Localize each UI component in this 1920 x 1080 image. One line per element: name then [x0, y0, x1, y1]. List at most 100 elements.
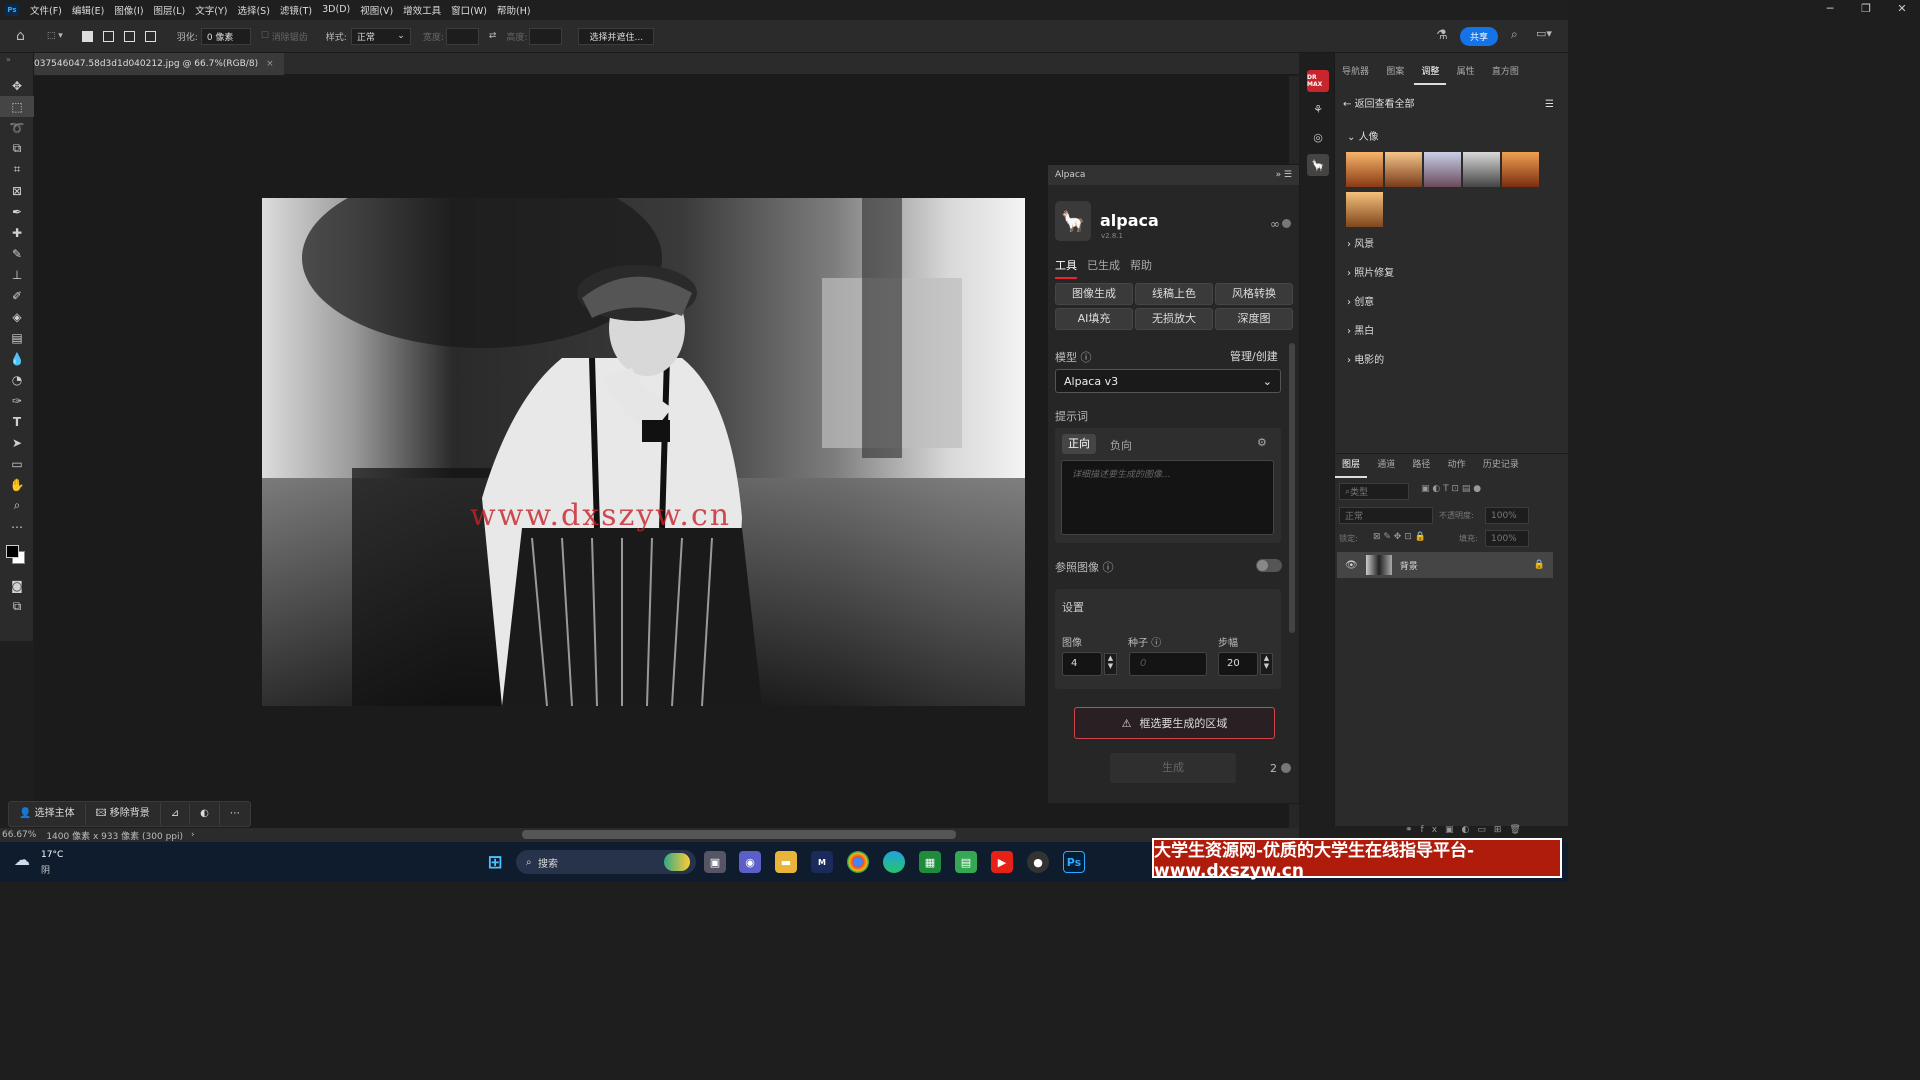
- generate-button[interactable]: 生成: [1110, 753, 1236, 783]
- brush-tool-icon[interactable]: ✎: [0, 243, 34, 264]
- menu-file[interactable]: 文件(F): [25, 3, 67, 17]
- transform-icon[interactable]: ⊿: [161, 803, 191, 825]
- positive-prompt-tab[interactable]: 正向: [1062, 434, 1096, 454]
- menu-filter[interactable]: 滤镜(T): [275, 3, 317, 17]
- section-cinematic[interactable]: › 电影的: [1335, 346, 1568, 375]
- feather-input[interactable]: 0 像素: [200, 27, 251, 45]
- minimize-button[interactable]: ─: [1812, 0, 1848, 19]
- weather-icon[interactable]: ☁: [14, 850, 30, 869]
- preset-thumb[interactable]: [1346, 192, 1383, 227]
- stamp-tool-icon[interactable]: ⊥: [0, 264, 34, 285]
- tab-properties[interactable]: 属性: [1450, 61, 1482, 83]
- move-tool-icon[interactable]: ✥: [0, 75, 34, 96]
- menu-layer[interactable]: 图层(L): [149, 3, 191, 17]
- hand-tool-icon[interactable]: ✋: [0, 474, 34, 495]
- layer-action-icons[interactable]: ⚭fx▣◐▭⊞🗑: [1405, 825, 1529, 835]
- spreadsheet-icon[interactable]: ▦: [919, 851, 941, 873]
- upscale-button[interactable]: 无损放大: [1135, 308, 1213, 330]
- steps-stepper[interactable]: ▲ ▼: [1260, 653, 1273, 675]
- select-region-warning-button[interactable]: ⚠ 框选要生成的区域: [1074, 707, 1275, 739]
- preset-thumb[interactable]: [1502, 152, 1539, 187]
- more-tools-icon[interactable]: ⋯: [0, 516, 34, 537]
- zoom-level[interactable]: 66.67%: [2, 830, 36, 840]
- windows-start-icon[interactable]: ⊞: [484, 851, 506, 873]
- section-portrait[interactable]: ⌄ 人像: [1335, 123, 1568, 152]
- height-input[interactable]: [529, 27, 563, 45]
- path-select-icon[interactable]: ➤: [0, 432, 34, 453]
- app-icon[interactable]: M: [811, 851, 833, 873]
- eyedropper-tool-icon[interactable]: ✒: [0, 201, 34, 222]
- gradient-tool-icon[interactable]: ▤: [0, 327, 34, 348]
- tab-actions[interactable]: 动作: [1441, 454, 1473, 476]
- tab-help[interactable]: 帮助: [1130, 257, 1152, 279]
- tab-generated[interactable]: 已生成: [1087, 257, 1120, 279]
- menu-type[interactable]: 文字(Y): [190, 3, 232, 17]
- image-generation-button[interactable]: 图像生成: [1055, 283, 1133, 305]
- visibility-eye-icon[interactable]: 👁: [1345, 560, 1358, 571]
- menu-view[interactable]: 视图(V): [355, 3, 398, 17]
- channels-icon[interactable]: ◎: [1307, 126, 1329, 148]
- prompt-textarea[interactable]: 详细描述要生成的图像...: [1061, 460, 1274, 535]
- dodge-tool-icon[interactable]: ◔: [0, 369, 34, 390]
- youtube-icon[interactable]: ▶: [991, 851, 1013, 873]
- more-options-icon[interactable]: ⋯: [220, 803, 250, 825]
- negative-prompt-tab[interactable]: 负向: [1110, 437, 1132, 453]
- preset-thumb[interactable]: [1463, 152, 1500, 187]
- images-input[interactable]: 4: [1062, 652, 1102, 676]
- menu-3d[interactable]: 3D(D): [317, 4, 355, 15]
- home-icon[interactable]: ⌂: [16, 28, 25, 44]
- section-bw[interactable]: › 黑白: [1335, 317, 1568, 346]
- rectangle-tool-icon[interactable]: ▭: [0, 453, 34, 474]
- section-creative[interactable]: › 创意: [1335, 288, 1568, 317]
- pen-tool-icon[interactable]: ✑: [0, 390, 34, 411]
- chat-icon[interactable]: ◉: [739, 851, 761, 873]
- adjustments-icon[interactable]: ⚘: [1307, 98, 1329, 120]
- close-tab-icon[interactable]: ×: [266, 53, 274, 75]
- panel-menu-icon[interactable]: » ☰: [1276, 170, 1292, 180]
- lasso-tool-icon[interactable]: ➰: [0, 117, 34, 138]
- search-icon[interactable]: ⌕: [1511, 27, 1518, 42]
- document-tab[interactable]: 037546047.58d3d1d040212.jpg @ 66.7%(RGB/…: [34, 53, 284, 75]
- layer-filter-search[interactable]: ⌕ 类型: [1339, 483, 1409, 500]
- manage-create-link[interactable]: 管理/创建: [1230, 348, 1278, 364]
- back-to-all[interactable]: ← 返回查看全部 ☰: [1335, 93, 1568, 123]
- section-landscape[interactable]: › 风景: [1335, 230, 1568, 259]
- layer-filter-icons[interactable]: ▣ ◐ T ⊡ ▤ ●: [1421, 484, 1481, 494]
- crop-tool-icon[interactable]: ⌗: [0, 159, 34, 180]
- menu-plugins[interactable]: 增效工具: [398, 3, 446, 17]
- list-view-icon[interactable]: ☰: [1545, 93, 1554, 123]
- site-banner[interactable]: 大学生资源网-优质的大学生在线指导平台-www.dxszyw.cn: [1152, 838, 1562, 881]
- model-select[interactable]: Alpaca v3 ⌄: [1055, 369, 1281, 393]
- collapse-icon[interactable]: »: [0, 53, 33, 75]
- taskbar-search[interactable]: ⌕ 搜索: [516, 850, 696, 874]
- lineart-color-button[interactable]: 线稿上色: [1135, 283, 1213, 305]
- tab-histogram[interactable]: 直方图: [1485, 61, 1526, 83]
- menu-edit[interactable]: 编辑(E): [67, 3, 109, 17]
- chevron-right-icon[interactable]: ›: [191, 830, 195, 840]
- menu-image[interactable]: 图像(I): [109, 3, 148, 17]
- menu-select[interactable]: 选择(S): [232, 3, 274, 17]
- tab-paths[interactable]: 路径: [1405, 454, 1437, 476]
- horizontal-scrollbar[interactable]: [522, 830, 956, 839]
- eraser-tool-icon[interactable]: ◈: [0, 306, 34, 327]
- alpaca-scrollbar[interactable]: [1289, 343, 1295, 633]
- preset-thumb[interactable]: [1346, 152, 1383, 187]
- depth-map-button[interactable]: 深度图: [1215, 308, 1293, 330]
- tab-adjustments[interactable]: 调整: [1414, 61, 1447, 85]
- blend-mode-select[interactable]: 正常: [1339, 507, 1433, 524]
- seed-input[interactable]: 0: [1129, 652, 1207, 676]
- file-explorer-icon[interactable]: ▬: [775, 851, 797, 873]
- selection-mode-icons[interactable]: [77, 30, 161, 42]
- menu-window[interactable]: 窗口(W): [446, 3, 492, 17]
- avatar-icon[interactable]: ●: [1027, 851, 1049, 873]
- opacity-input[interactable]: 100%: [1485, 507, 1529, 524]
- reference-image-toggle[interactable]: [1256, 559, 1282, 572]
- remove-bg-button[interactable]: 🖾 移除背景: [86, 803, 161, 825]
- select-and-mask-button[interactable]: 选择并遮住...: [578, 27, 655, 45]
- object-select-tool-icon[interactable]: ⧉: [0, 138, 34, 159]
- marquee-tool-preset-icon[interactable]: ⬚ ▾: [47, 31, 63, 41]
- screen-mode-icon[interactable]: ⧉: [0, 596, 34, 617]
- frame-tool-icon[interactable]: ⊠: [0, 180, 34, 201]
- tab-patterns[interactable]: 图案: [1379, 61, 1411, 83]
- preset-thumb[interactable]: [1424, 152, 1461, 187]
